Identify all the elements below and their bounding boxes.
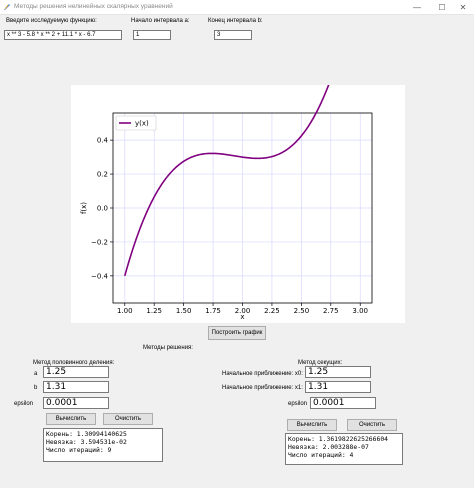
window-title: Методы решения нелинейных скалярных урав… [14, 3, 173, 10]
secant-output-iterations: Число итераций: 4 [288, 451, 354, 459]
secant-output-residual: Невязка: 2.003288e-07 [288, 443, 369, 451]
legend-label: y(x) [135, 120, 149, 128]
secant-epsilon-input[interactable]: 0.0001 [310, 397, 376, 409]
bisection-a-label: a [34, 371, 38, 377]
maximize-button[interactable]: ☐ [431, 0, 453, 14]
interval-start-input[interactable]: 1 [133, 30, 171, 40]
x-axis-label: x [240, 313, 244, 321]
y-axis-label: f(x) [80, 202, 88, 214]
secant-output: Корень: 1.3619822625266604 Невязка: 2.003… [285, 433, 403, 465]
bisection-b-input[interactable]: 1.31 [43, 381, 109, 393]
bisection-output: Корень: 1.30994140625 Невязка: 3.594531e-… [43, 428, 163, 462]
y-tick-label: −0.4 [91, 272, 109, 280]
app-feather-icon [4, 4, 10, 10]
bisection-compute-button[interactable]: Вычислить [46, 413, 96, 425]
bisection-epsilon-label: epsilon [14, 401, 34, 407]
secant-x0-label: Начальное приближение: x0: [222, 371, 303, 377]
plot-canvas: 1.00 1.25 1.50 1.75 2.00 2.25 2.50 2.75 3.00 −0.… [71, 0, 405, 323]
legend: y(x) [115, 115, 157, 131]
y-tick-label: −0.2 [91, 238, 108, 246]
bisection-clear-button[interactable]: Очистить [103, 413, 153, 425]
close-button[interactable]: ✕ [452, 0, 474, 14]
function-chart: 1.00 1.25 1.50 1.75 2.00 2.25 2.50 2.75 3.00 −0.… [80, 0, 373, 321]
methods-title: Методы решения: [143, 345, 193, 351]
y-tick-label: 0.2 [97, 171, 108, 179]
plot-button[interactable]: Построить график [208, 326, 266, 340]
secant-epsilon-label: epsilon [288, 401, 308, 407]
bisection-output-root: Корень: 1.30994140625 [46, 430, 127, 438]
minimize-button[interactable]: — [406, 0, 428, 14]
x-tick-label: 1.25 [146, 307, 162, 315]
secant-compute-button[interactable]: Вычислить [287, 419, 337, 431]
interval-end-input[interactable]: 3 [214, 30, 252, 40]
bisection-output-residual: Невязка: 3.594531e-02 [46, 438, 127, 446]
interval-end-label: Конец интервала b: [208, 18, 263, 24]
x-tick-label: 1.50 [176, 307, 192, 315]
secant-output-root: Корень: 1.3619822625266604 [288, 435, 389, 443]
secant-x1-input[interactable]: 1.31 [305, 381, 371, 393]
title-bar: Методы решения нелинейных скалярных урав… [0, 0, 474, 15]
secant-x0-input[interactable]: 1.25 [305, 366, 371, 378]
bisection-a-input[interactable]: 1.25 [43, 366, 109, 378]
x-tick-label: 1.75 [205, 307, 221, 315]
x-tick-label: 3.00 [352, 307, 368, 315]
y-tick-label: 0.0 [97, 205, 108, 213]
y-tick-label: 0.4 [97, 137, 109, 145]
x-tick-label: 1.00 [117, 307, 133, 315]
function-input[interactable]: x ** 3 - 5.8 * x ** 2 + 11.1 * x - 6.7 [4, 30, 122, 40]
secant-x1-label: Начальное приближение: x1: [222, 385, 303, 391]
secant-clear-button[interactable]: Очистить [347, 419, 397, 431]
x-tick-label: 2.25 [264, 307, 280, 315]
x-tick-label: 2.75 [323, 307, 339, 315]
function-label: Введите исследуемую функцию: [6, 18, 97, 24]
bisection-b-label: b [34, 385, 38, 391]
bisection-output-iterations: Число итераций: 9 [46, 446, 112, 454]
bisection-epsilon-input[interactable]: 0.0001 [43, 397, 109, 409]
interval-start-label: Начало интервала a: [131, 18, 190, 24]
x-tick-label: 2.50 [294, 307, 310, 315]
